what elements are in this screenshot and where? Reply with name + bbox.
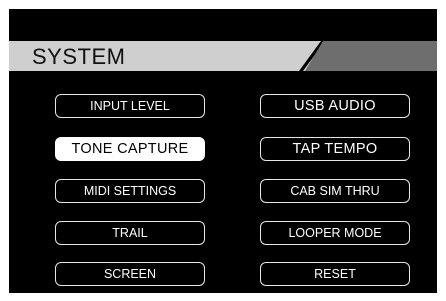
tap-tempo-button[interactable]: TAP TEMPO <box>260 137 410 161</box>
looper-mode-button[interactable]: LOOPER MODE <box>260 221 410 245</box>
reset-button[interactable]: RESET <box>260 262 410 286</box>
header-accent <box>305 41 437 71</box>
page-title: SYSTEM <box>32 44 126 69</box>
trail-button[interactable]: TRAIL <box>55 221 205 245</box>
screen-button[interactable]: SCREEN <box>55 262 205 286</box>
header-bar: SYSTEM <box>9 41 437 71</box>
tone-capture-button[interactable]: TONE CAPTURE <box>55 137 205 161</box>
usb-audio-button[interactable]: USB AUDIO <box>260 94 410 118</box>
cab-sim-thru-button[interactable]: CAB SIM THRU <box>260 179 410 203</box>
input-level-button[interactable]: INPUT LEVEL <box>55 94 205 118</box>
midi-settings-button[interactable]: MIDI SETTINGS <box>55 179 205 203</box>
device-screen: SYSTEM INPUT LEVEL TONE CAPTURE MIDI SET… <box>9 9 437 293</box>
